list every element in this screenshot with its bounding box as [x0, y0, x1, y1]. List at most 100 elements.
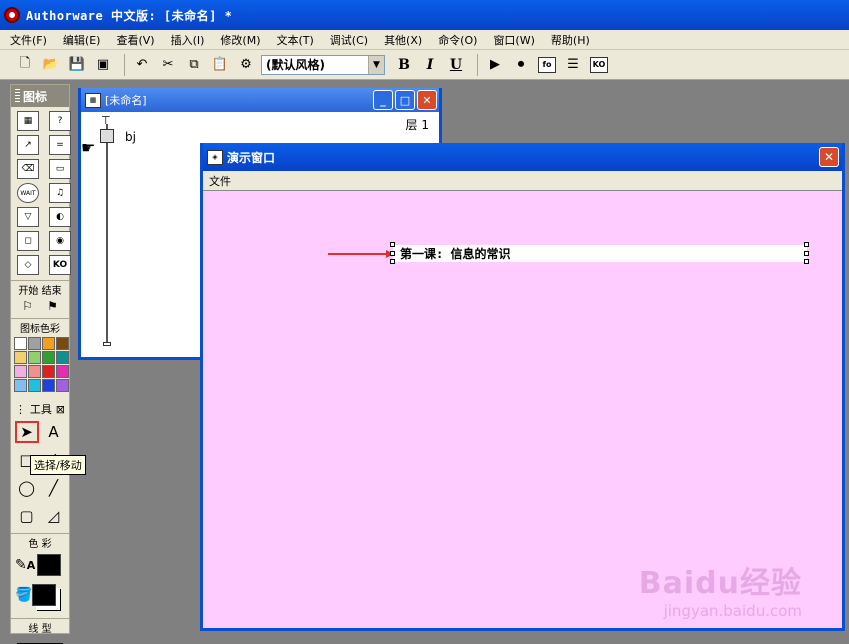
menu-other[interactable]: 其他(X) [384, 32, 422, 48]
new-file-icon[interactable]: 🗋 [14, 54, 36, 76]
end-flag-icon[interactable]: ⚑ [47, 299, 58, 313]
dvd-icon[interactable]: ◉ [49, 231, 71, 251]
icon-color-swatch-6[interactable] [42, 351, 55, 364]
framework-icon[interactable]: ◻ [17, 231, 39, 251]
open-folder-icon[interactable]: 📂 [40, 54, 62, 76]
motion-icon[interactable]: ↗ [17, 135, 39, 155]
chevron-down-icon[interactable]: ▼ [368, 55, 384, 74]
icon-color-swatch-2[interactable] [42, 337, 55, 350]
icon-color-swatch-8[interactable] [14, 365, 27, 378]
icon-palette: 图标 ▦ ? ↗ = ⌫ ▭ WAIT ♫ ▽ ◐ ◻ ◉ ◇ KO 开始 结束… [10, 84, 71, 644]
wait-icon[interactable]: WAIT [17, 183, 39, 203]
save-all-icon[interactable]: 💾 [66, 54, 88, 76]
start-flag-icon[interactable]: ⚐ [22, 299, 33, 313]
cut-icon[interactable]: ✂ [157, 54, 179, 76]
tools-header[interactable]: ⋮ 工具 ⊠ [11, 400, 69, 418]
bold-button[interactable]: B [393, 54, 415, 76]
find-icon[interactable]: ⚙ [235, 54, 257, 76]
display-icon[interactable] [100, 129, 114, 143]
interaction-icon[interactable]: ? [49, 111, 71, 131]
erase-icon[interactable]: ⌫ [17, 159, 39, 179]
text-object[interactable]: 第一课: 信息的常识 [393, 245, 807, 262]
close-icon[interactable]: ✕ [417, 90, 437, 110]
style-select[interactable]: (默认风格) ▼ [261, 54, 385, 75]
menu-command[interactable]: 命令(O) [438, 32, 477, 48]
icon-color-swatch-7[interactable] [56, 351, 69, 364]
authorware-logo-icon [4, 7, 20, 23]
import-icon[interactable]: ▣ [92, 54, 114, 76]
polygon-tool-icon[interactable]: ◿ [42, 505, 66, 527]
palette-header[interactable]: 图标 [11, 85, 69, 107]
functions-icon: fo [538, 56, 556, 73]
icon-color-swatch-13[interactable] [28, 379, 41, 392]
menu-view[interactable]: 查看(V) [116, 32, 154, 48]
grip-icon[interactable]: ⋮ [15, 403, 26, 416]
selection-handle[interactable] [804, 251, 809, 256]
selection-handle[interactable] [804, 242, 809, 247]
restart-icon[interactable]: ▶ [484, 54, 506, 76]
control-panel-icon[interactable]: ⏺ [510, 54, 532, 76]
rounded-rect-tool-icon[interactable]: ▢ [15, 505, 39, 527]
maximize-icon[interactable]: □ [395, 90, 415, 110]
icon-color-swatch-14[interactable] [42, 379, 55, 392]
menu-window[interactable]: 窗口(W) [493, 32, 534, 48]
icon-color-swatch-9[interactable] [28, 365, 41, 378]
icon-color-swatch-1[interactable] [28, 337, 41, 350]
selection-handle[interactable] [390, 242, 395, 247]
menu-insert[interactable]: 插入(I) [171, 32, 205, 48]
menu-text[interactable]: 文本(T) [276, 32, 313, 48]
grip-icon[interactable] [15, 89, 20, 103]
icon-color-swatch-0[interactable] [14, 337, 27, 350]
presentation-stage[interactable]: 第一课: 信息的常识 Baidu经验 jingyan.baidu.com [203, 191, 842, 628]
navigate-icon[interactable]: ▽ [17, 207, 39, 227]
knowledge-object-icon[interactable]: KO [49, 255, 71, 275]
selection-handle[interactable] [390, 259, 395, 264]
italic-button[interactable]: I [419, 54, 441, 76]
diagonal-line-tool-icon[interactable]: ╱ [42, 477, 66, 499]
icon-color-swatch-10[interactable] [42, 365, 55, 378]
close-icon[interactable]: ⊠ [56, 403, 65, 416]
icon-color-swatch-4[interactable] [14, 351, 27, 364]
selection-handle[interactable] [804, 259, 809, 264]
display-icon[interactable]: ▦ [17, 111, 39, 131]
close-icon[interactable]: ✕ [819, 147, 839, 167]
menu-edit[interactable]: 编辑(E) [63, 32, 101, 48]
text-tool-icon[interactable]: A [42, 421, 66, 443]
presentation-titlebar[interactable]: ◈ 演示窗口 ✕ [203, 143, 842, 171]
fill-color-swatch[interactable] [32, 584, 57, 606]
ellipse-tool-icon[interactable]: ◯ [15, 477, 39, 499]
variables-icon[interactable]: ☰ [562, 54, 584, 76]
copy-icon[interactable]: ⧉ [183, 54, 205, 76]
undo-icon[interactable]: ↶ [131, 54, 153, 76]
icon-color-swatch-15[interactable] [56, 379, 69, 392]
presentation-window: ◈ 演示窗口 ✕ 文件 第一课: 信息的常识 Baidu经验 jingyan.b… [200, 143, 845, 631]
icon-color-swatch-3[interactable] [56, 337, 69, 350]
selection-handle[interactable] [390, 251, 395, 256]
decision-icon[interactable]: ◇ [17, 255, 39, 275]
line-color-swatch[interactable] [37, 554, 62, 576]
underline-button[interactable]: U [445, 54, 467, 76]
flowline-titlebar[interactable]: ▦ [未命名] _ □ ✕ [81, 88, 439, 112]
icon-color-swatch-12[interactable] [14, 379, 27, 392]
functions-button[interactable]: fo [536, 54, 558, 76]
menu-help[interactable]: 帮助(H) [551, 32, 590, 48]
video-icon[interactable]: ◐ [49, 207, 71, 227]
minimize-icon[interactable]: _ [373, 90, 393, 110]
line-type-label: 线 型 [11, 618, 69, 635]
presentation-menu-file[interactable]: 文件 [209, 173, 231, 189]
icon-color-grid [12, 335, 69, 394]
select-move-tool-icon[interactable]: ➤ [14, 421, 39, 443]
icon-color-swatch-5[interactable] [28, 351, 41, 364]
menu-file[interactable]: 文件(F) [10, 32, 47, 48]
icon-color-swatch-11[interactable] [56, 365, 69, 378]
flow-item-label[interactable]: bj [125, 130, 136, 144]
digital-movie-icon[interactable]: ▭ [49, 159, 71, 179]
calculation-icon[interactable]: = [49, 135, 71, 155]
tool-row: ▢ ◿ [11, 502, 69, 530]
sound-icon[interactable]: ♫ [49, 183, 71, 203]
knowledge-objects-button[interactable]: KO [588, 54, 610, 76]
paste-icon[interactable]: 📋 [209, 54, 231, 76]
menu-modify[interactable]: 修改(M) [220, 32, 260, 48]
menu-debug[interactable]: 调试(C) [330, 32, 368, 48]
paste-hand-icon: ☛ [81, 138, 96, 157]
